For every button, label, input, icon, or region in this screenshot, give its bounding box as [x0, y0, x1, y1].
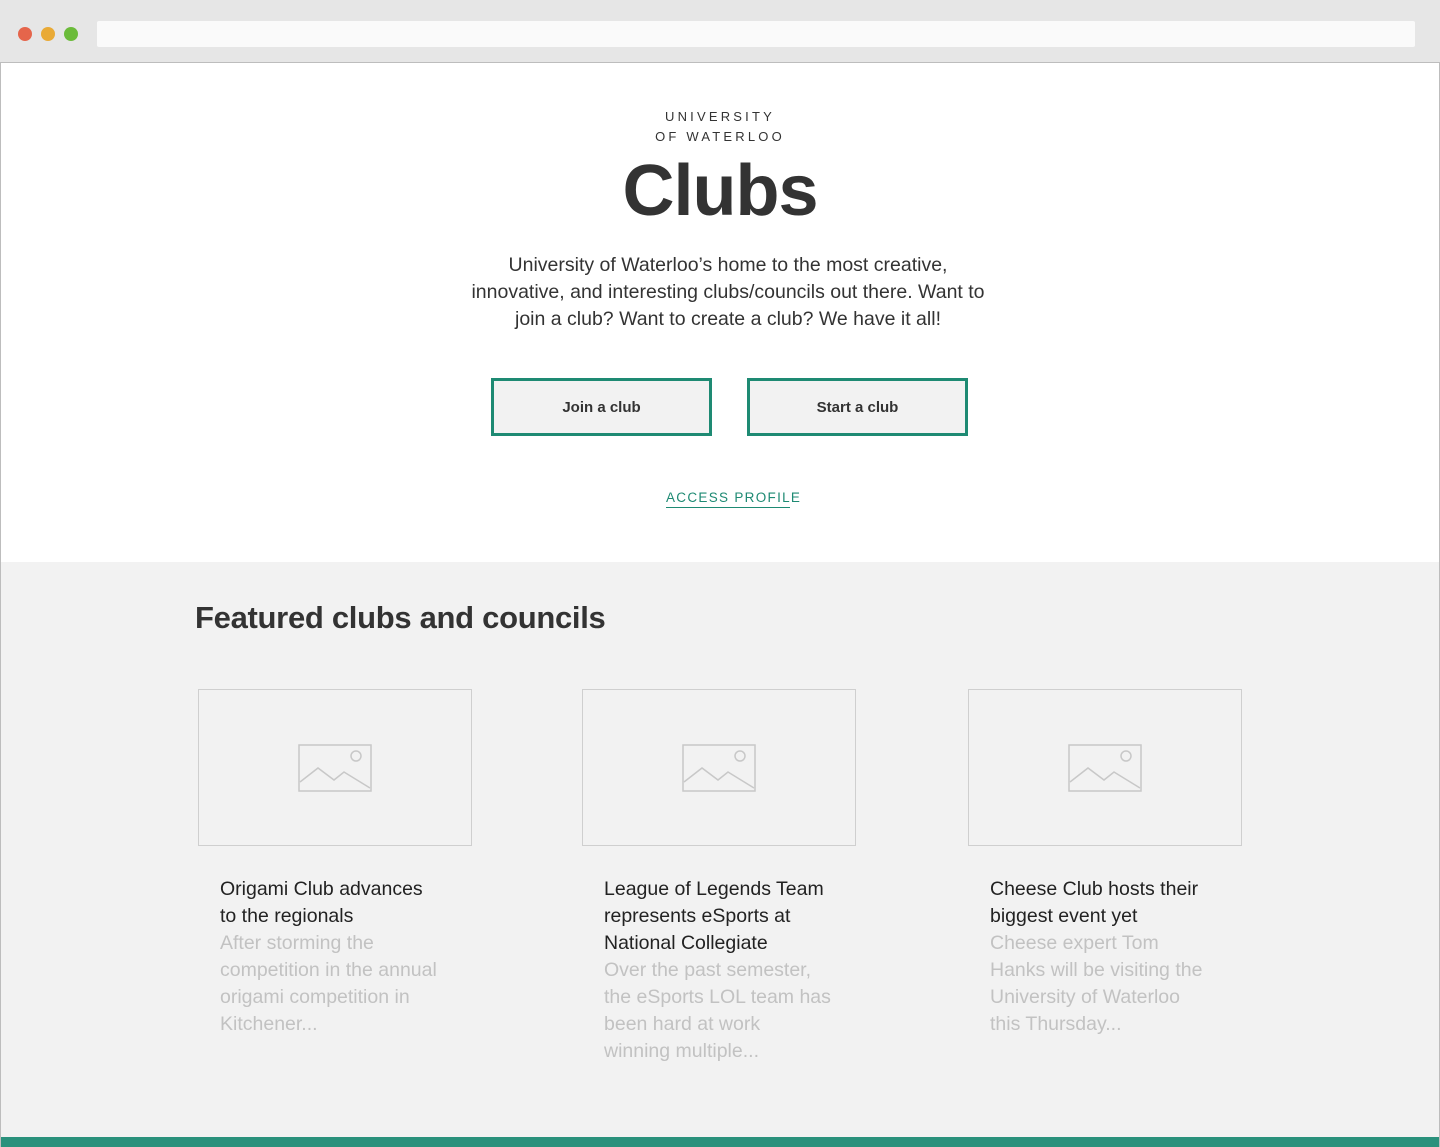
- card-title[interactable]: League of Legends Team represents eSport…: [604, 876, 834, 957]
- card-excerpt-line: Cheese expert Tom: [990, 932, 1159, 954]
- wordmark-line-1: UNIVERSITY: [664, 109, 775, 124]
- club-card[interactable]: Origami Club advances to the regionals A…: [198, 689, 472, 1038]
- window-controls: [18, 27, 78, 41]
- card-excerpt-line: been hard at work: [604, 1013, 761, 1035]
- card-excerpt-line: After storming the: [220, 932, 374, 954]
- wordmark-line-2: OF WATERLOO: [655, 129, 785, 144]
- hero-section: UNIVERSITY OF WATERLOO Clubs University …: [1, 63, 1439, 562]
- card-excerpt-line: Kitchener...: [220, 1013, 318, 1035]
- card-title-line: National Collegiate: [604, 932, 768, 954]
- card-excerpt-line: competition in the annual: [220, 959, 437, 981]
- card-excerpt: Over the past semester, the eSports LOL …: [604, 957, 844, 1065]
- access-profile-link[interactable]: ACCESS PROFILE: [666, 489, 800, 508]
- intro-text: University of Waterloo’s home to the mos…: [453, 252, 1003, 333]
- card-image: [582, 689, 856, 846]
- featured-section: Featured clubs and councils Origami Club…: [1, 562, 1439, 1147]
- card-title-line: represents eSports at: [604, 905, 791, 927]
- card-title-line: League of Legends Team: [604, 878, 824, 900]
- card-excerpt-line: Hanks will be visiting the: [990, 959, 1203, 981]
- card-excerpt-line: the eSports LOL team has: [604, 986, 831, 1008]
- card-excerpt: Cheese expert Tom Hanks will be visiting…: [990, 930, 1230, 1038]
- card-image: [198, 689, 472, 846]
- card-image: [968, 689, 1242, 846]
- browser-chrome: [0, 0, 1440, 63]
- intro-line: University of Waterloo’s home to the mos…: [508, 254, 948, 276]
- image-placeholder-icon: [298, 743, 372, 792]
- maximize-window-button[interactable]: [64, 27, 78, 41]
- card-excerpt-line: this Thursday...: [990, 1013, 1122, 1035]
- card-excerpt-line: origami competition in: [220, 986, 410, 1008]
- card-title-line: biggest event yet: [990, 905, 1138, 927]
- card-title[interactable]: Origami Club advances to the regionals: [220, 876, 450, 930]
- card-title-line: Origami Club advances: [220, 878, 423, 900]
- footer-accent-bar: [1, 1137, 1439, 1147]
- card-excerpt: After storming the competition in the an…: [220, 930, 460, 1038]
- card-title-line: to the regionals: [220, 905, 354, 927]
- card-excerpt-line: Over the past semester,: [604, 959, 812, 981]
- page-viewport: UNIVERSITY OF WATERLOO Clubs University …: [0, 63, 1440, 1147]
- featured-heading: Featured clubs and councils: [195, 600, 606, 635]
- page-title: Clubs: [622, 151, 818, 231]
- card-excerpt-line: winning multiple...: [604, 1040, 759, 1062]
- club-card[interactable]: League of Legends Team represents eSport…: [582, 689, 856, 1065]
- minimize-window-button[interactable]: [41, 27, 55, 41]
- image-placeholder-icon: [1068, 743, 1142, 792]
- card-title-line: Cheese Club hosts their: [990, 878, 1199, 900]
- club-card[interactable]: Cheese Club hosts their biggest event ye…: [968, 689, 1242, 1038]
- join-club-button[interactable]: Join a club: [491, 378, 712, 436]
- image-placeholder-icon: [682, 743, 756, 792]
- address-bar[interactable]: [97, 21, 1415, 47]
- intro-line: innovative, and interesting clubs/counci…: [471, 281, 985, 303]
- intro-line: join a club? Want to create a club? We h…: [515, 308, 941, 330]
- close-window-button[interactable]: [18, 27, 32, 41]
- card-title[interactable]: Cheese Club hosts their biggest event ye…: [990, 876, 1220, 930]
- card-excerpt-line: University of Waterloo: [990, 986, 1181, 1008]
- start-club-button[interactable]: Start a club: [747, 378, 968, 436]
- university-wordmark: UNIVERSITY OF WATERLOO: [1, 107, 1439, 147]
